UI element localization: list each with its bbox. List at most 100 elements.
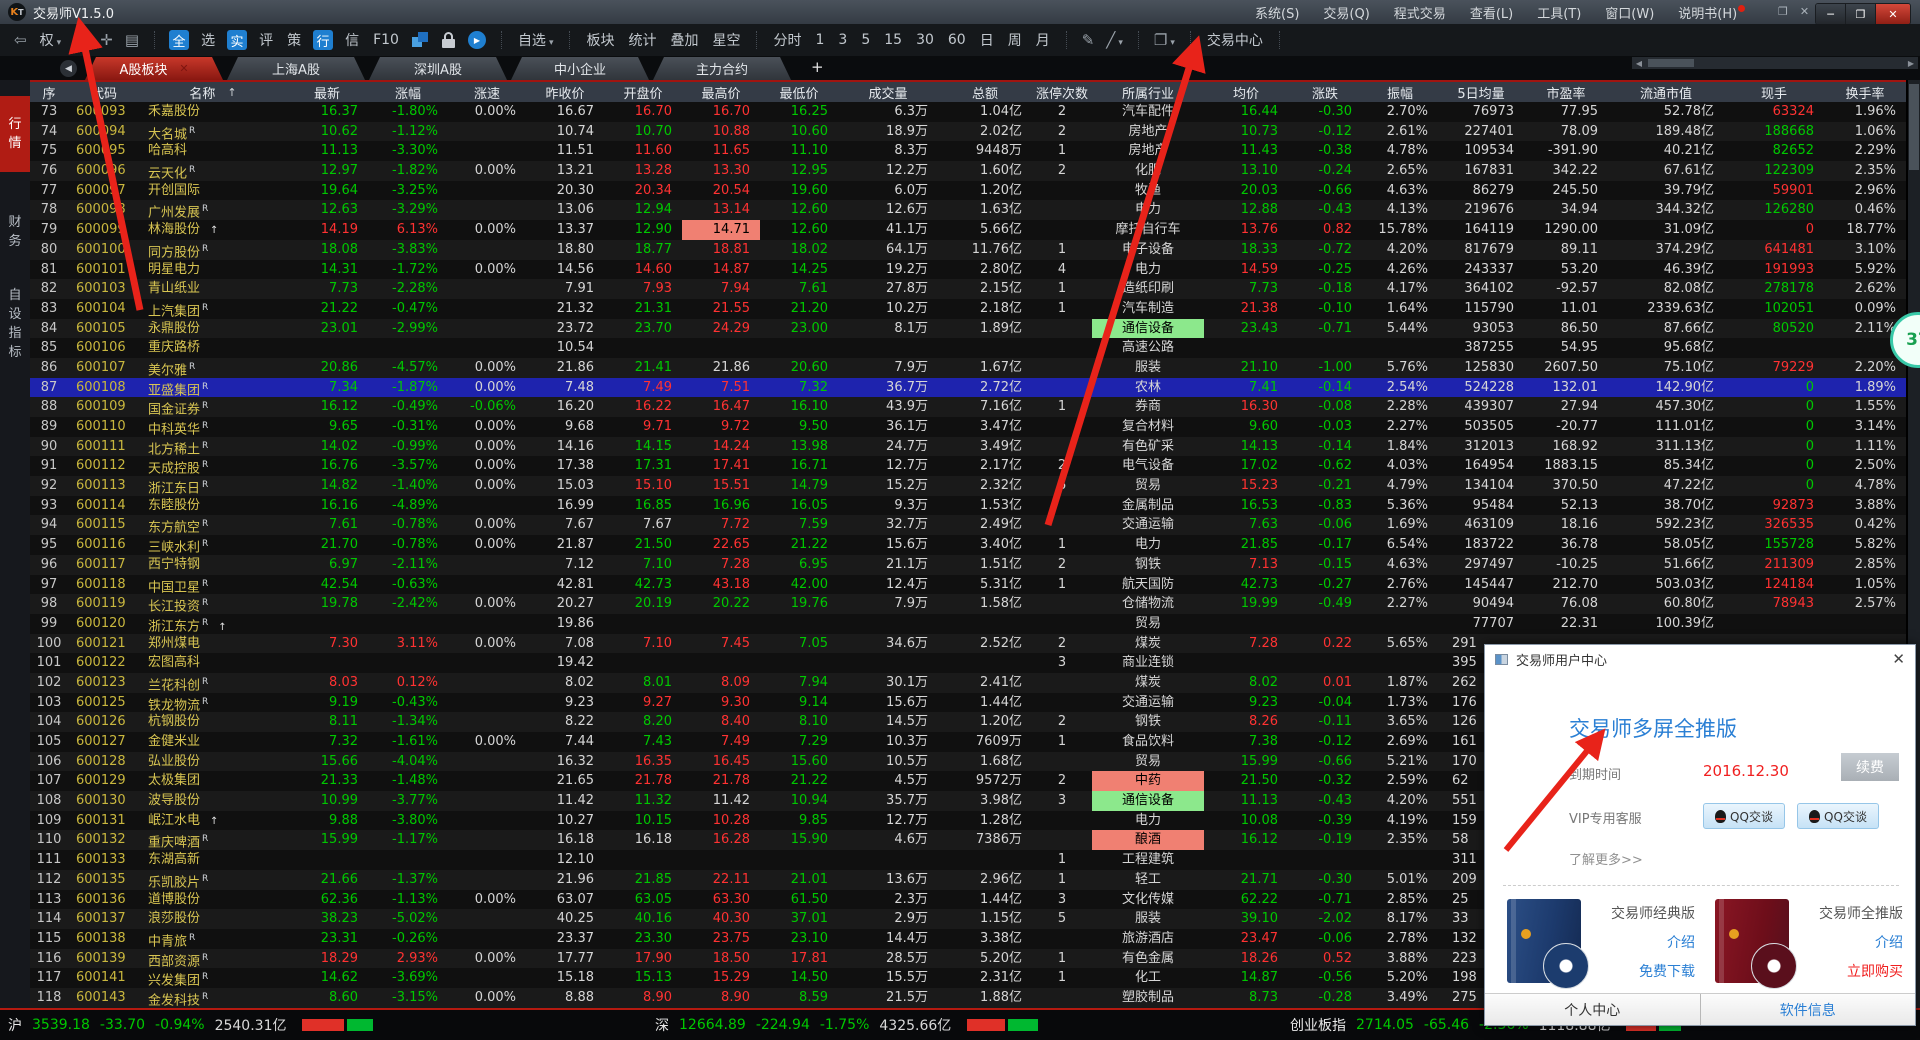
renew-button[interactable]: 续费 — [1841, 753, 1899, 781]
line-tool-icon[interactable]: ╱▾ — [1106, 31, 1123, 49]
table-row[interactable]: 83600104上汽集团R21.22-0.47%21.3221.3121.552… — [30, 299, 1906, 319]
table-row[interactable]: 77600097开创国际19.64-3.25%20.3020.3420.5419… — [30, 181, 1906, 201]
column-header-代码[interactable]: 代码 — [68, 82, 140, 102]
ruler-icon[interactable]: ▤ — [125, 31, 139, 49]
period-3[interactable]: 3 — [838, 32, 847, 48]
statistics-button[interactable]: 统计 — [628, 30, 656, 50]
table-row[interactable]: 84600105永鼎股份23.01-2.99%23.7223.7024.2923… — [30, 319, 1906, 339]
hand-icon[interactable]: ✛ — [100, 31, 113, 49]
maximize-button[interactable]: ❐ — [1846, 4, 1876, 24]
qq-chat-button[interactable]: QQ交谈 — [1797, 803, 1879, 829]
intro-link[interactable]: 介绍 — [1875, 932, 1903, 952]
copy-icon[interactable]: ❐▾ — [1154, 31, 1175, 49]
menu-item[interactable]: 系统(S) — [1255, 3, 1299, 22]
close-child-icon[interactable]: ✕ — [1800, 5, 1809, 18]
table-row[interactable]: 80600100同方股份R18.08-3.83%18.8018.7718.811… — [30, 240, 1906, 260]
column-header-均价[interactable]: 均价 — [1204, 82, 1288, 102]
table-row[interactable]: 93600114东睦股份16.16-4.89%16.9916.8516.9616… — [30, 496, 1906, 516]
tab-close-icon[interactable]: ✕ — [179, 62, 188, 75]
overlay-button[interactable]: 叠加 — [670, 30, 698, 50]
layers-icon[interactable] — [412, 31, 430, 49]
hscroll-thumb[interactable] — [1648, 59, 1694, 67]
period-30[interactable]: 30 — [916, 32, 934, 48]
column-header-流通市值[interactable]: 流通市值 — [1608, 82, 1724, 102]
column-header-市盈率[interactable]: 市盈率 — [1524, 82, 1608, 102]
menu-item[interactable]: 查看(L) — [1470, 3, 1513, 22]
table-row[interactable]: 96600117西宁特钢6.97-2.11%7.127.107.286.9521… — [30, 555, 1906, 575]
qq-chat-button[interactable]: QQ交谈 — [1703, 803, 1785, 829]
period-month[interactable]: 月 — [1036, 30, 1050, 50]
column-header-最低价[interactable]: 最低价 — [760, 82, 838, 102]
period-1[interactable]: 1 — [815, 32, 824, 48]
back-icon[interactable]: ⇦ — [14, 31, 27, 49]
period-week[interactable]: 周 — [1008, 30, 1022, 50]
table-row[interactable]: 85600106重庆路桥10.54高速公路38725554.9595.68亿 — [30, 338, 1906, 358]
table-row[interactable]: 82600103青山纸业7.73-2.28%7.917.937.947.6127… — [30, 279, 1906, 299]
table-row[interactable]: 91600112天成控股R16.76-3.57%0.00%17.3817.311… — [30, 456, 1906, 476]
tab-上海A股[interactable]: 上海A股 — [227, 57, 365, 80]
dialog-close-icon[interactable]: ✕ — [1892, 650, 1905, 668]
horizontal-scrollbar[interactable]: ◀ ▶ — [1632, 57, 1918, 69]
watchlist-button[interactable]: 自选▾ — [518, 30, 554, 50]
menu-item[interactable]: 工具(T) — [1537, 3, 1581, 22]
table-row[interactable]: 86600107美尔雅R20.86-4.57%0.00%21.8621.4121… — [30, 358, 1906, 378]
table-row[interactable]: 74600094大名城R10.62-1.12%10.7410.7010.8810… — [30, 122, 1906, 142]
table-row[interactable]: 92600113浙江东日R14.82-1.40%0.00%15.0315.101… — [30, 476, 1906, 496]
column-header-所属行业[interactable]: 所属行业 — [1092, 82, 1204, 102]
period-day[interactable]: 日 — [980, 30, 994, 50]
table-row[interactable]: 78600098广州发展R12.63-3.29%13.0612.9413.141… — [30, 200, 1906, 220]
column-header-总额[interactable]: 总额 — [938, 82, 1032, 102]
table-row[interactable]: 90600111北方稀土R14.02-0.99%0.00%14.1614.151… — [30, 437, 1906, 457]
table-row[interactable]: 94600115东方航空R7.61-0.78%0.00%7.677.677.72… — [30, 515, 1906, 535]
starmap-button[interactable]: 星空 — [712, 30, 740, 50]
close-button[interactable]: ✕ — [1876, 4, 1910, 24]
column-header-开盘价[interactable]: 开盘价 — [604, 82, 682, 102]
all-market-button[interactable]: 全 — [169, 30, 189, 50]
column-header-涨停次数[interactable]: 涨停次数 — [1032, 82, 1092, 102]
minimize-button[interactable]: ─ — [1816, 4, 1846, 24]
download-link[interactable]: 免费下载 — [1639, 961, 1695, 981]
menu-item[interactable]: 程式交易 — [1394, 3, 1446, 22]
sidebar-item-自设指标[interactable]: 自设指标 — [0, 278, 30, 370]
table-row[interactable]: 89600110中科英华R9.65-0.31%0.00%9.689.719.72… — [30, 417, 1906, 437]
column-header-涨速[interactable]: 涨速 — [448, 82, 526, 102]
column-header-成交量[interactable]: 成交量 — [838, 82, 938, 102]
period-fenshi[interactable]: 分时 — [773, 30, 801, 50]
select-button[interactable]: 选 — [201, 30, 215, 50]
f10-button[interactable]: F10 — [373, 32, 399, 48]
column-header-序[interactable]: 序 — [30, 82, 68, 102]
column-header-现手[interactable]: 现手 — [1724, 82, 1824, 102]
column-header-涨幅[interactable]: 涨幅 — [368, 82, 448, 102]
tab-深圳A股[interactable]: 深圳A股 — [369, 57, 507, 80]
column-header-最高价[interactable]: 最高价 — [682, 82, 760, 102]
strategy-button[interactable]: 策 — [287, 30, 301, 50]
buy-now-link[interactable]: 立即购买 — [1847, 961, 1903, 981]
menu-item[interactable]: 窗口(W) — [1605, 3, 1654, 22]
sidebar-item-行情[interactable]: 行情 — [0, 96, 30, 172]
table-row[interactable]: 79600099林海股份↑14.196.13%0.00%13.3712.9014… — [30, 220, 1906, 240]
review-button[interactable]: 评 — [259, 30, 273, 50]
menu-item[interactable]: 交易(Q) — [1323, 3, 1369, 22]
play-icon[interactable]: ▶ — [468, 31, 486, 49]
column-header-最新[interactable]: 最新 — [286, 82, 368, 102]
column-header-昨收价[interactable]: 昨收价 — [526, 82, 604, 102]
restore-child-icon[interactable]: ❐ — [1778, 5, 1788, 18]
table-row[interactable]: 97600118中国卫星R42.54-0.63%42.8142.7343.184… — [30, 575, 1906, 595]
menu-item[interactable]: 说明书(H) — [1678, 3, 1745, 22]
table-row[interactable]: 81600101明星电力14.31-1.72%0.00%14.5614.6014… — [30, 260, 1906, 280]
tab-scroll-left-icon[interactable]: ◀ — [60, 60, 77, 77]
column-header-振幅[interactable]: 振幅 — [1362, 82, 1438, 102]
column-header-涨跌[interactable]: 涨跌 — [1288, 82, 1362, 102]
table-row[interactable]: 73600093禾嘉股份16.37-1.80%0.00%16.6716.7016… — [30, 102, 1906, 122]
table-row[interactable]: 98600119长江投资R19.78-2.42%0.00%20.2720.192… — [30, 594, 1906, 614]
hscroll-left-icon[interactable]: ◀ — [1632, 59, 1646, 68]
tab-A股板块[interactable]: A股板块✕ — [85, 57, 223, 80]
add-tab-button[interactable]: + — [811, 58, 824, 76]
period-5[interactable]: 5 — [861, 32, 870, 48]
intro-link[interactable]: 介绍 — [1667, 932, 1695, 952]
tab-software-info[interactable]: 软件信息 — [1700, 994, 1916, 1025]
learn-more-link[interactable]: 了解更多>> — [1569, 849, 1643, 868]
realtime-button[interactable]: 实 — [227, 30, 247, 50]
column-header-名称[interactable]: 名称↑ — [140, 82, 286, 102]
quotes-button[interactable]: 行 — [313, 30, 333, 50]
